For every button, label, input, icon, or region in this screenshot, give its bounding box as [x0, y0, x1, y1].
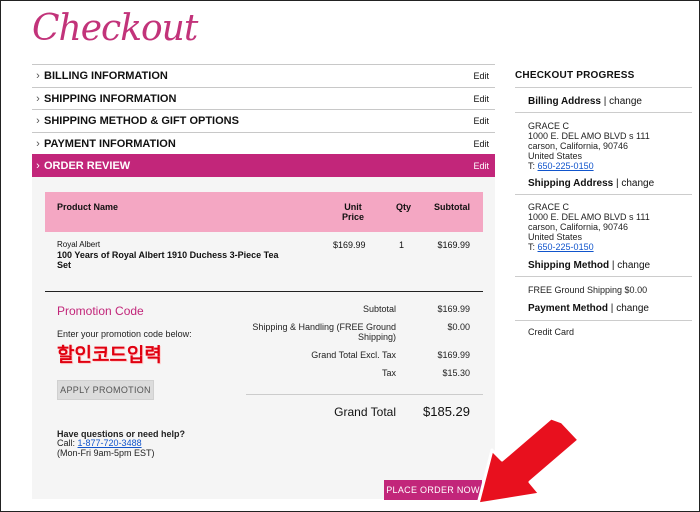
grand-total-excl-tax-value: $169.99 — [437, 350, 470, 360]
item-name-line2: Set — [57, 260, 72, 270]
phone-prefix: T: — [528, 161, 536, 171]
divider — [45, 291, 483, 292]
col-qty: Qty — [396, 202, 412, 212]
shipping-method-value: FREE Ground Shipping $0.00 — [528, 285, 648, 295]
shipping-address-label: Shipping Address — [528, 178, 614, 189]
help-phone-line: Call: 1-877-720-3488 — [57, 438, 142, 448]
edit-link[interactable]: Edit — [473, 94, 489, 104]
shipping-method-heading: Shipping Method | change — [528, 260, 650, 271]
divider — [515, 194, 692, 195]
shipping-value: $0.00 — [447, 322, 470, 332]
subtotal-label: Subtotal — [362, 304, 396, 314]
section-shipping-method[interactable]: › SHIPPING METHOD & GIFT OPTIONS Edit — [32, 109, 495, 131]
item-brand: Royal Albert — [57, 240, 101, 249]
payment-method-label: Payment Method — [528, 303, 609, 314]
shipping-address-block: GRACE C 1000 E. DEL AMO BLVD s 111 carso… — [528, 202, 650, 252]
billing-country: United States — [528, 151, 583, 161]
shipping-phone-link[interactable]: 650-225-0150 — [538, 242, 594, 252]
shipping-method-change-link[interactable]: change — [617, 260, 650, 271]
col-product-name: Product Name — [57, 202, 119, 212]
section-order-review[interactable]: › ORDER REVIEW Edit — [32, 154, 495, 177]
billing-address-label: Billing Address — [528, 96, 601, 107]
shipping-label: Shipping & Handling (FREE Ground — [252, 322, 396, 332]
red-arrow-annotation — [476, 416, 581, 506]
section-payment-information[interactable]: › PAYMENT INFORMATION Edit — [32, 132, 495, 154]
section-billing-information[interactable]: › BILLING INFORMATION Edit — [32, 64, 495, 86]
section-label: SHIPPING METHOD & GIFT OPTIONS — [44, 114, 239, 127]
section-label: SHIPPING INFORMATION — [44, 92, 177, 105]
grand-total-label: Grand Total — [334, 405, 396, 419]
separator: | — [603, 96, 607, 107]
promotion-code-instructions: Enter your promotion code below: — [57, 329, 192, 339]
col-unit-price: Unit — [344, 202, 362, 212]
subtotal-value: $169.99 — [437, 304, 470, 314]
edit-link[interactable]: Edit — [473, 116, 489, 126]
checkout-logo: Checkout — [32, 8, 198, 49]
shipping-address-heading: Shipping Address | change — [528, 178, 654, 189]
tax-value: $15.30 — [442, 368, 470, 378]
payment-method-heading: Payment Method | change — [528, 303, 649, 314]
item-name-line1: 100 Years of Royal Albert 1910 Duchess 3… — [57, 250, 279, 260]
billing-address-heading: Billing Address | change — [528, 96, 642, 107]
item-unit-price: $169.99 — [333, 240, 366, 250]
shipping-method-label: Shipping Method — [528, 260, 610, 271]
item-qty: 1 — [399, 240, 405, 250]
edit-link[interactable]: Edit — [473, 139, 489, 149]
shipping-name: GRACE C — [528, 202, 570, 212]
col-unit-price-2: Price — [341, 212, 365, 222]
section-label: PAYMENT INFORMATION — [44, 137, 176, 150]
promotion-code-input[interactable] — [57, 341, 192, 365]
tax-label: Tax — [381, 368, 396, 378]
billing-phone-link[interactable]: 650-225-0150 — [538, 161, 594, 171]
chevron-right-icon: › — [36, 159, 40, 172]
payment-method-change-link[interactable]: change — [616, 303, 649, 314]
section-shipping-information[interactable]: › SHIPPING INFORMATION Edit — [32, 87, 495, 109]
billing-city: carson, California, 90746 — [528, 141, 629, 151]
checkout-progress-title: CHECKOUT PROGRESS — [515, 70, 635, 81]
chevron-right-icon: › — [36, 114, 40, 127]
divider — [515, 276, 692, 277]
shipping-country: United States — [528, 232, 583, 242]
edit-link[interactable]: Edit — [473, 161, 489, 171]
section-label: ORDER REVIEW — [44, 159, 131, 172]
call-label: Call: — [57, 438, 76, 448]
promotion-code-title: Promotion Code — [57, 304, 144, 318]
table-header: Product Name Unit Price Qty Subtotal — [45, 192, 483, 232]
arrow-shape — [476, 416, 581, 506]
separator: | — [615, 178, 619, 189]
chevron-right-icon: › — [36, 69, 40, 82]
item-subtotal: $169.99 — [437, 240, 470, 250]
shipping-street: 1000 E. DEL AMO BLVD s 111 — [528, 212, 650, 222]
separator: | — [610, 303, 614, 314]
shipping-change-link[interactable]: change — [621, 178, 654, 189]
divider — [515, 112, 692, 113]
billing-address-block: GRACE C 1000 E. DEL AMO BLVD s 111 carso… — [528, 121, 650, 171]
col-subtotal: Subtotal — [434, 202, 470, 212]
billing-name: GRACE C — [528, 121, 570, 131]
separator: | — [611, 260, 615, 271]
order-review-panel: Product Name Unit Price Qty Subtotal Roy… — [32, 177, 495, 500]
billing-change-link[interactable]: change — [609, 96, 642, 107]
phone-prefix: T: — [528, 242, 536, 252]
divider — [515, 87, 692, 88]
billing-street: 1000 E. DEL AMO BLVD s 111 — [528, 131, 650, 141]
shipping-phone-line: T: 650-225-0150 — [528, 242, 650, 252]
edit-link[interactable]: Edit — [473, 71, 489, 81]
help-phone-link[interactable]: 1-877-720-3488 — [78, 438, 142, 448]
grand-total-excl-tax-label: Grand Total Excl. Tax — [311, 350, 396, 360]
shipping-label-2: Shipping) — [357, 332, 396, 342]
chevron-right-icon: › — [36, 137, 40, 150]
grand-total-divider — [246, 394, 483, 395]
divider — [515, 320, 692, 321]
shipping-city: carson, California, 90746 — [528, 222, 629, 232]
section-label: BILLING INFORMATION — [44, 69, 168, 82]
help-hours: (Mon-Fri 9am-5pm EST) — [57, 448, 155, 458]
payment-method-value: Credit Card — [528, 327, 575, 337]
billing-phone-line: T: 650-225-0150 — [528, 161, 650, 171]
apply-promotion-button[interactable]: APPLY PROMOTION — [57, 380, 154, 400]
chevron-right-icon: › — [36, 92, 40, 105]
